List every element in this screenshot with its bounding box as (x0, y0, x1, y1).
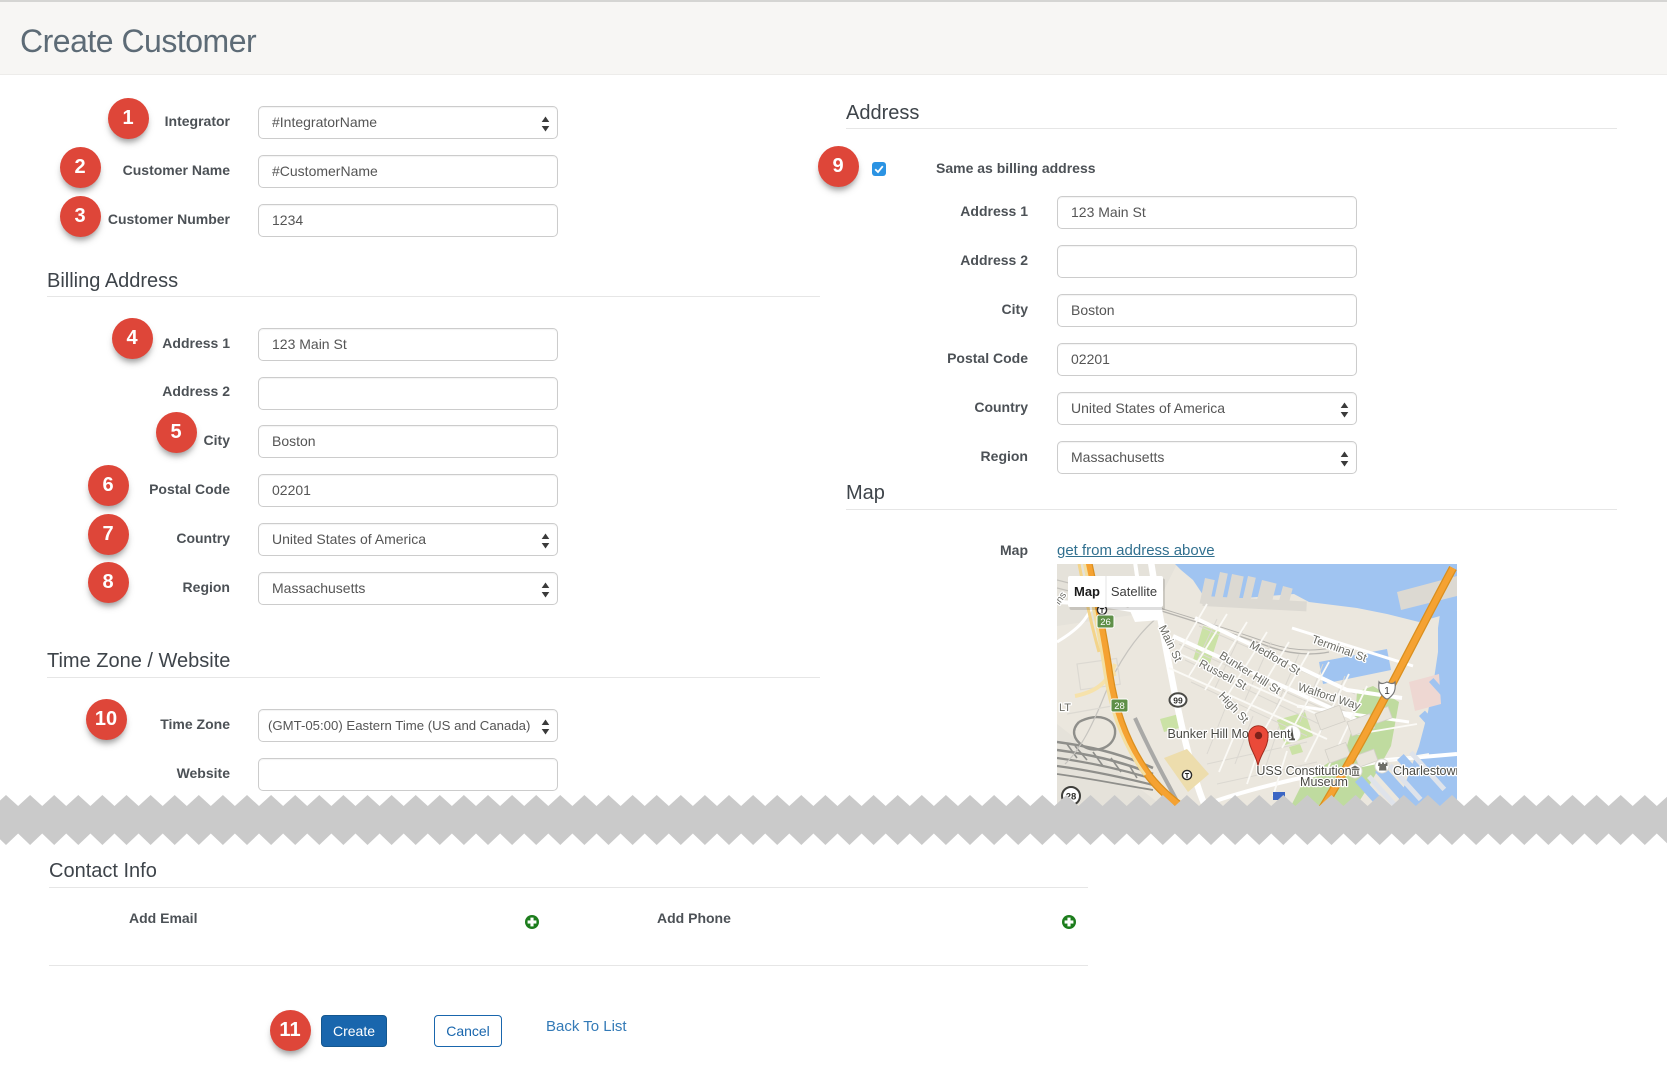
svg-text:26: 26 (1100, 617, 1111, 628)
svg-text:28: 28 (1114, 701, 1125, 712)
svg-text:Bunker Hill Monument: Bunker Hill Monument (1168, 727, 1291, 741)
svg-text:99: 99 (1173, 696, 1183, 706)
svg-text:Satellite: Satellite (1111, 584, 1157, 599)
svg-text:Map: Map (1074, 584, 1100, 599)
svg-text:Charlestown N: Charlestown N (1393, 764, 1457, 778)
svg-text:Museum: Museum (1300, 775, 1348, 789)
svg-text:1: 1 (1384, 686, 1390, 697)
svg-text:LT: LT (1059, 702, 1071, 714)
svg-text:T: T (1185, 773, 1190, 780)
